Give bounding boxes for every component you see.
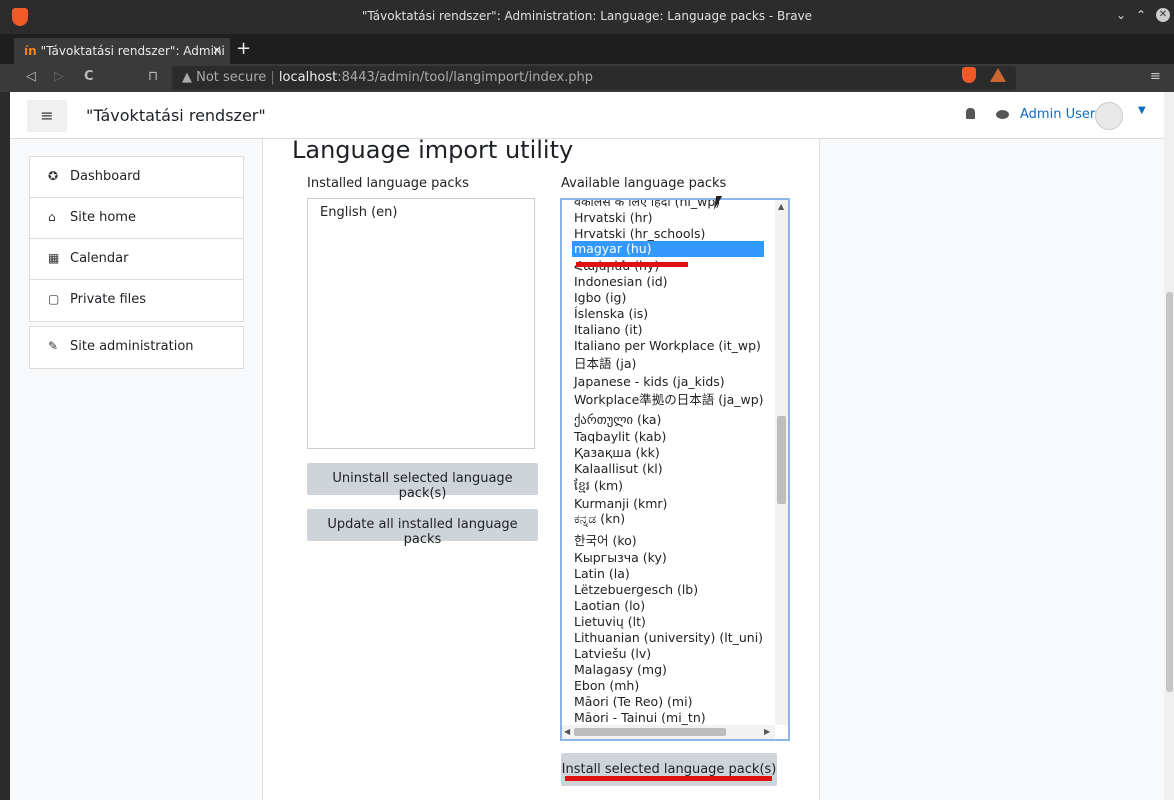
update-all-button[interactable]: Update all installed language packs [307, 509, 538, 547]
page-title: Language import utility [292, 136, 574, 164]
language-option[interactable]: ಕನ್ನಡ (kn) [574, 511, 625, 527]
url-host: localhost [278, 70, 338, 85]
scrollbar-thumb[interactable] [1166, 292, 1173, 692]
wrench-icon: ✎ [48, 339, 59, 353]
window-title: "Távoktatási rendszer": Administration: … [361, 9, 813, 23]
language-option[interactable]: Taqbaylit (kab) [574, 429, 666, 445]
language-option[interactable]: Hrvatski (hr_schools) [574, 226, 705, 242]
reload-icon[interactable]: C [84, 69, 94, 84]
notifications-bell-icon[interactable] [966, 108, 975, 119]
language-option[interactable]: Indonesian (id) [574, 274, 668, 290]
scroll-right-icon[interactable]: ▶ [764, 727, 770, 736]
page-scrollbar[interactable] [1164, 92, 1174, 800]
drawer-toggle-button[interactable]: ≡ [27, 100, 67, 132]
scroll-up-icon[interactable]: ▲ [778, 202, 784, 211]
sidebar-item-private-files[interactable]: ▢ Private files [30, 280, 243, 321]
avatar[interactable] [1095, 102, 1123, 130]
language-option[interactable]: 日本語 (ja) [574, 356, 636, 372]
home-icon: ⌂ [48, 210, 56, 224]
tab-close-icon[interactable]: × [212, 43, 222, 57]
sidebar-item-site-home[interactable]: ⌂ Site home [30, 198, 243, 239]
moodle-favicon-icon: ín [24, 44, 37, 58]
language-option[interactable]: Kalaallisut (kl) [574, 461, 663, 477]
brave-shields-icon[interactable] [962, 67, 976, 83]
messages-icon[interactable] [996, 110, 1009, 119]
available-packs-list[interactable]: Māori - Tainui (mi_tn) Māori (Te Reo) (mi… [560, 198, 790, 741]
language-option[interactable]: Latviešu (lv) [574, 646, 651, 662]
language-option[interactable]: Қазақша (kk) [574, 445, 660, 461]
calendar-icon: ▦ [48, 251, 60, 265]
language-option[interactable]: Hrvatski (hr) [574, 210, 653, 226]
sidebar-item-label: Dashboard [70, 169, 141, 184]
language-option[interactable]: Japanese - kids (ja_kids) [574, 374, 725, 390]
nav-drawer: ✪ Dashboard ⌂ Site home ▦ Calendar ▢ Private… [29, 156, 244, 322]
dashboard-icon: ✪ [48, 169, 59, 183]
uninstall-button[interactable]: Uninstall selected language pack(s) [307, 463, 538, 501]
not-secure-indicator[interactable]: ▲ Not secure [182, 70, 266, 85]
language-option[interactable]: Laotian (lo) [574, 598, 645, 614]
language-option[interactable]: Igbo (ig) [574, 290, 626, 306]
sidebar-item-label: Site home [70, 210, 136, 225]
installed-packs-list[interactable]: English (en) [307, 198, 535, 449]
forward-icon[interactable]: ▷ [54, 69, 64, 84]
address-bar[interactable]: ▲ Not secure | localhost:8443/admin/tool… [172, 66, 1016, 90]
language-option[interactable]: Lietuvių (lt) [574, 614, 646, 630]
sidebar-item-label: Private files [70, 292, 147, 307]
new-tab-button[interactable]: + [236, 38, 251, 59]
sidebar-item-calendar[interactable]: ▦ Calendar [30, 239, 243, 280]
language-option[interactable]: Кыргызча (ky) [574, 550, 667, 566]
language-option[interactable]: Kurmanji (kmr) [574, 496, 667, 512]
page-viewport: ≡ "Távoktatási rendszer" Admin User ▼ ✪ D… [10, 92, 1174, 800]
language-option[interactable]: Ebon (mh) [574, 678, 639, 694]
sidebar-item-label: Calendar [70, 251, 129, 266]
language-option[interactable]: Íslenska (is) [574, 306, 648, 322]
language-option[interactable]: ქართული (ka) [574, 412, 661, 428]
language-option[interactable]: Latin (la) [574, 566, 630, 582]
user-menu-name[interactable]: Admin User [1020, 107, 1095, 122]
installed-label: Installed language packs [307, 176, 469, 191]
language-option[interactable]: Lithuanian (university) (lt_uni) [574, 630, 763, 646]
minimize-icon[interactable]: ⌄ [1116, 8, 1126, 22]
annotation-underline [565, 776, 772, 781]
admin-block: ✎ Site administration [29, 326, 244, 369]
tab-strip: ín "Távoktatási rendszer": Admini × [0, 34, 1174, 64]
language-option[interactable]: Māori - Tainui (mi_tn) [574, 710, 706, 726]
install-button[interactable]: Install selected language pack(s) [561, 753, 777, 786]
user-menu-caret-icon[interactable]: ▼ [1138, 105, 1146, 116]
language-option[interactable]: Māori (Te Reo) (mi) [574, 694, 692, 710]
sidebar-item-dashboard[interactable]: ✪ Dashboard [30, 157, 243, 198]
back-icon[interactable]: ◁ [26, 69, 36, 84]
maximize-icon[interactable]: ⌃ [1136, 8, 1146, 22]
annotation-underline [576, 262, 688, 267]
browser-tab[interactable]: ín "Távoktatási rendszer": Admini × [14, 38, 230, 64]
language-option[interactable]: ខ្មែរ (km) [574, 478, 623, 494]
site-navbar: ≡ "Távoktatási rendszer" Admin User ▼ [10, 92, 1164, 139]
brave-rewards-icon[interactable] [990, 68, 1006, 82]
list-horizontal-scrollbar[interactable]: ◀ ▶ [562, 725, 775, 739]
scrollbar-thumb[interactable] [777, 416, 786, 504]
bookmark-icon[interactable]: ⊓ [148, 69, 158, 84]
available-label: Available language packs [561, 176, 727, 191]
close-window-icon[interactable]: ✕ [1156, 8, 1170, 22]
list-vertical-scrollbar[interactable]: ▲ [775, 200, 788, 725]
url-path: :8443/admin/tool/langimport/index.php [337, 70, 594, 85]
file-icon: ▢ [48, 292, 60, 306]
language-option[interactable]: वकलिस के लिए हिंदी (hi_wp) [574, 200, 720, 210]
language-option[interactable]: Lëtzebuergesch (lb) [574, 582, 698, 598]
language-option[interactable]: Workplace準拠の日本語 (ja_wp) [574, 392, 764, 408]
sidebar-item-site-administration[interactable]: ✎ Site administration [30, 327, 243, 368]
list-item[interactable]: English (en) [320, 205, 522, 220]
tab-title: "Távoktatási rendszer": Admini [40, 44, 225, 58]
site-name[interactable]: "Távoktatási rendszer" [86, 106, 266, 125]
scroll-left-icon[interactable]: ◀ [564, 727, 570, 736]
language-option[interactable]: Italiano (it) [574, 322, 643, 338]
browser-menu-icon[interactable]: ≡ [1150, 69, 1161, 84]
scrollbar-thumb[interactable] [574, 728, 726, 736]
language-option[interactable]: Italiano per Workplace (it_wp) [574, 338, 761, 354]
sidebar-item-label: Site administration [70, 339, 194, 354]
language-option[interactable]: magyar (hu) [572, 241, 764, 257]
language-option[interactable]: Malagasy (mg) [574, 662, 667, 678]
window-titlebar: "Távoktatási rendszer": Administration: … [0, 0, 1174, 34]
language-option[interactable]: 한국어 (ko) [574, 533, 637, 549]
